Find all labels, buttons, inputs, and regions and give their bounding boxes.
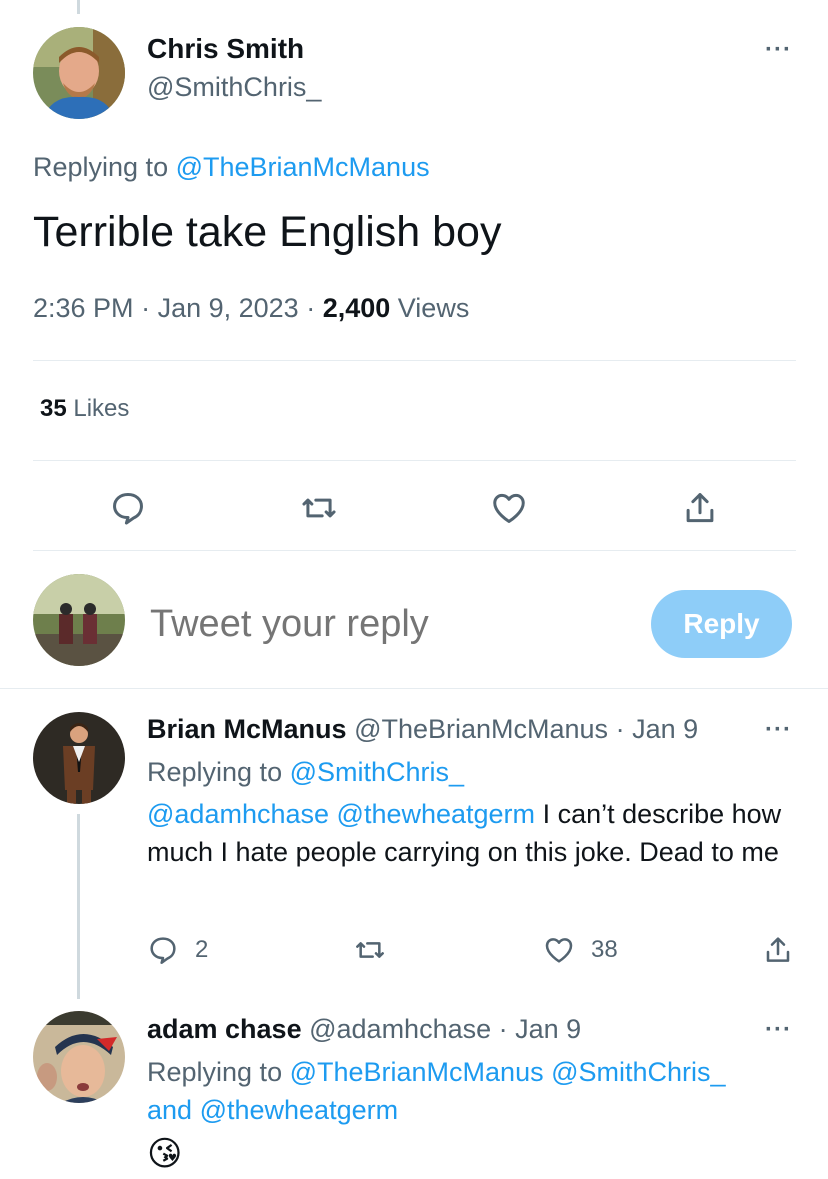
avatar-current-user[interactable]	[33, 574, 125, 666]
share-icon	[766, 937, 790, 962]
reply-author-handle[interactable]: @adamhchase	[309, 1014, 491, 1044]
replying-prefix: Replying to	[147, 757, 290, 787]
mention-link[interactable]: @thewheatgerm	[200, 1095, 399, 1125]
views-label: Views	[397, 293, 470, 323]
avatar-brian-mcmanus[interactable]	[33, 712, 125, 804]
like-icon[interactable]	[490, 489, 528, 527]
tweet-reply-input[interactable]	[150, 603, 630, 646]
like-count[interactable]: 38	[543, 934, 618, 966]
tweet-time[interactable]: 2:36 PM	[33, 293, 134, 323]
likes-summary[interactable]: 35 Likes	[40, 395, 129, 423]
author-handle[interactable]: @SmithChris_	[147, 72, 321, 103]
reply-date[interactable]: Jan 9	[632, 714, 698, 744]
reply-header: Brian McManus @TheBrianMcManus · Jan 9	[147, 714, 699, 744]
more-options-icon[interactable]: ···	[765, 36, 792, 64]
like-icon	[545, 938, 573, 963]
divider	[33, 460, 796, 461]
mention-link[interactable]: @SmithChris_	[551, 1057, 725, 1087]
replying-to-line: Replying to @SmithChris_	[147, 757, 464, 788]
kiss-emoji: 😘	[147, 1135, 183, 1173]
retweet-icon	[356, 942, 384, 958]
replying-to-line: Replying to @TheBrianMcManus @SmithChris…	[147, 1057, 726, 1088]
retweet-icon[interactable]	[300, 489, 338, 527]
reply-author-handle[interactable]: @TheBrianMcManus	[354, 714, 608, 744]
likes-label: Likes	[73, 395, 130, 422]
share-icon[interactable]	[681, 489, 719, 527]
reply-button[interactable]: Reply	[651, 590, 792, 658]
avatar-chris-smith[interactable]	[33, 27, 125, 119]
mention-link[interactable]: @TheBrianMcManus	[290, 1057, 544, 1087]
replying-to-line: Replying to @TheBrianMcManus	[33, 152, 430, 183]
tweet-text: Terrible take English boy	[33, 208, 502, 256]
mention-link[interactable]: @SmithChris_	[290, 757, 464, 787]
author-name[interactable]: Chris Smith	[147, 33, 304, 65]
reply-count-value: 2	[195, 936, 209, 963]
replying-prefix: Replying to	[33, 152, 176, 182]
reply-icon[interactable]	[109, 489, 147, 527]
reply-author-name[interactable]: adam chase	[147, 1014, 302, 1044]
reply-author-name[interactable]: Brian McManus	[147, 714, 347, 744]
reply-icon	[150, 937, 176, 964]
mention-link[interactable]: @adamhchase	[147, 799, 329, 829]
avatar-adam-chase[interactable]	[33, 1011, 125, 1103]
mention-link[interactable]: @TheBrianMcManus	[176, 152, 430, 182]
divider	[0, 688, 828, 689]
divider	[33, 550, 796, 551]
reply-text: @adamhchase @thewheatgerm I can’t descri…	[147, 795, 787, 871]
mention-link[interactable]: @thewheatgerm	[337, 799, 536, 829]
views-count: 2,400	[322, 293, 391, 323]
retweet-action[interactable]	[354, 934, 386, 966]
likes-count: 35	[40, 395, 67, 422]
like-count-value: 38	[591, 936, 618, 963]
reply-header: adam chase @adamhchase · Jan 9	[147, 1014, 582, 1044]
reply-date[interactable]: Jan 9	[515, 1014, 581, 1044]
thread-connector	[77, 814, 80, 999]
tweet-meta: 2:36 PM · Jan 9, 2023 · 2,400 Views	[33, 293, 470, 323]
more-options-icon[interactable]: ···	[765, 716, 792, 744]
replying-and[interactable]: and	[147, 1095, 192, 1125]
divider	[33, 360, 796, 361]
thread-connector-top	[77, 0, 80, 14]
more-options-icon[interactable]: ···	[765, 1016, 792, 1044]
replying-prefix: Replying to	[147, 1057, 290, 1087]
share-action[interactable]	[762, 934, 794, 966]
reply-count[interactable]: 2	[147, 934, 208, 966]
replying-to-line-cont: and @thewheatgerm	[147, 1095, 398, 1126]
tweet-date[interactable]: Jan 9, 2023	[158, 293, 299, 323]
